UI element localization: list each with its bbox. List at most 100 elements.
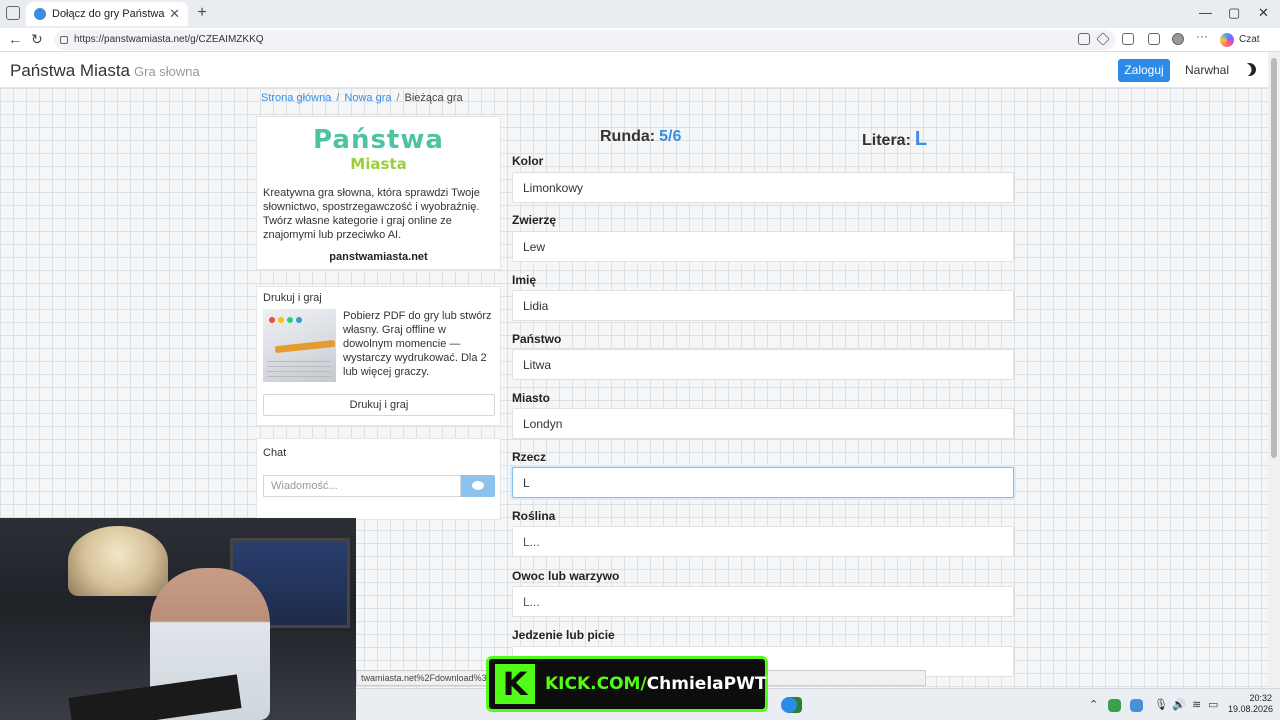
favorites-icon[interactable] [1148, 33, 1160, 45]
site-navbar: Państwa Miasta Gra słowna Zaloguj Narwhal [0, 52, 1268, 88]
tab-title: Dołącz do gry Państwa Miasta [52, 8, 165, 20]
field-input-zwierze[interactable] [512, 231, 1014, 262]
breadcrumb-new-game-link[interactable]: Nowa gra [344, 92, 391, 104]
print-card: Drukuj i graj Pobierz PDF do gry lub stw… [256, 286, 501, 426]
field-label-owoc-lub-warzywo: Owoc lub warzywo [512, 569, 620, 583]
back-arrow-icon[interactable]: ← [8, 31, 22, 47]
field-input-kolor[interactable] [512, 172, 1014, 203]
letter-indicator: Litera: L [862, 128, 927, 151]
maximize-button[interactable]: ▢ [1228, 5, 1240, 21]
kick-username: ChmielaPWT [646, 674, 767, 694]
taskbar-clock[interactable]: 20:32 19.08.2026 [1228, 693, 1274, 715]
print-card-title: Drukuj i graj [263, 292, 322, 304]
print-card-description: Pobierz PDF do gry lub stwórz własny. Gr… [343, 310, 492, 378]
kick-stream-banner: K KICK.COM/ChmielaPWT [486, 656, 768, 712]
logo-line-1: Państwa [313, 125, 444, 155]
url-text: https://panstwamiasta.net/g/CZEAIMZKKQ [74, 34, 264, 45]
tray-overflow-icon[interactable]: ⌃ [1089, 698, 1098, 711]
site-brand[interactable]: Państwa Miasta Gra słowna [10, 61, 200, 81]
field-label-zwierze: Zwierzę [512, 213, 557, 227]
tray-app-icon[interactable] [1130, 699, 1143, 712]
paper-lines-graphic [267, 359, 331, 377]
chat-card: Chat [256, 438, 501, 520]
field-label-roslina: Roślina [512, 509, 556, 523]
breadcrumb: Strona główna / Nowa gra / Bieżąca gra [261, 92, 463, 104]
profile-avatar-icon[interactable] [1172, 33, 1184, 45]
browser-tab-bar: Dołącz do gry Państwa Miasta ✕ + — ▢ ✕ [0, 0, 1280, 28]
kick-logo: K [495, 664, 535, 704]
username-link[interactable]: Narwhal [1185, 63, 1229, 77]
wifi-icon[interactable]: ≋ [1192, 698, 1201, 711]
field-input-miasto[interactable] [512, 408, 1014, 439]
tray-app-icon[interactable] [1108, 699, 1121, 712]
logo-line-2: Miasta [350, 155, 407, 173]
field-label-jedzenie-lub-picie: Jedzenie lub picie [512, 628, 615, 642]
breadcrumb-separator: / [396, 92, 400, 104]
field-label-miasto: Miasto [512, 391, 551, 405]
field-input-rzecz[interactable] [512, 467, 1014, 498]
refresh-icon[interactable]: ↻ [31, 31, 43, 48]
field-label-imie: Imię [512, 273, 537, 287]
chat-bubble-icon [472, 481, 484, 490]
about-description: Kreatywna gra słowna, która sprawdzi Two… [263, 187, 480, 241]
pencil-graphic [274, 339, 336, 354]
browser-tab[interactable]: Dołącz do gry Państwa Miasta ✕ [26, 2, 188, 26]
copilot-chat-label[interactable]: Czat [1239, 34, 1260, 45]
scrollbar-thumb[interactable] [1271, 58, 1277, 458]
kick-site: KICK.COM/ [545, 674, 647, 694]
dark-mode-moon-icon[interactable] [1241, 61, 1259, 79]
field-input-panstwo[interactable] [512, 349, 1014, 380]
breadcrumb-home-link[interactable]: Strona główna [261, 92, 331, 104]
more-menu-icon[interactable]: ··· [1196, 29, 1208, 43]
field-label-panstwo: Państwo [512, 332, 562, 346]
site-name: panstwamiasta.net [329, 251, 428, 263]
microphone-icon[interactable]: 🎙 [1154, 698, 1168, 711]
preview-dot [278, 317, 284, 323]
lamp-shade [68, 526, 168, 596]
reader-mode-icon[interactable] [1078, 33, 1090, 45]
close-tab-icon[interactable]: ✕ [169, 6, 180, 22]
field-input-owoc-lub-warzywo[interactable] [512, 586, 1014, 617]
url-field[interactable]: https://panstwamiasta.net/g/CZEAIMZKKQ [54, 30, 1116, 50]
clock-date: 19.08.2026 [1228, 704, 1274, 714]
round-value: 5/6 [659, 128, 682, 145]
chat-message-input[interactable] [263, 475, 461, 497]
volume-icon[interactable]: 🔊 [1172, 698, 1186, 711]
brand-subtitle: Gra słowna [134, 64, 200, 79]
close-window-button[interactable]: ✕ [1258, 5, 1269, 21]
breadcrumb-separator: / [336, 92, 340, 104]
minimize-button[interactable]: — [1199, 5, 1212, 20]
letter-value: L [914, 128, 928, 150]
copilot-icon[interactable] [1220, 33, 1234, 47]
webcam-overlay [0, 518, 356, 720]
kick-channel-text: KICK.COM/ChmielaPWT [545, 674, 766, 694]
page-scrollbar[interactable] [1268, 52, 1280, 688]
print-and-play-button[interactable]: Drukuj i graj [263, 394, 495, 416]
round-label: Runda: [600, 128, 656, 145]
chat-title: Chat [263, 447, 287, 459]
preview-dot [296, 317, 302, 323]
letter-label: Litera: [862, 132, 911, 149]
address-bar-row: ← ↻ https://panstwamiasta.net/g/CZEAIMZK… [0, 28, 1280, 52]
site-info-icon[interactable] [60, 36, 68, 44]
new-tab-button[interactable]: + [193, 4, 211, 22]
clock-time: 20:32 [1249, 693, 1272, 703]
round-indicator: Runda: 5/6 [600, 128, 681, 146]
print-preview-image [263, 309, 336, 382]
login-button[interactable]: Zaloguj [1118, 59, 1170, 82]
field-label-kolor: Kolor [512, 154, 544, 168]
extensions-icon[interactable] [1122, 33, 1134, 45]
breadcrumb-current: Bieżąca gra [404, 92, 463, 104]
field-input-imie[interactable] [512, 290, 1014, 321]
field-input-roslina[interactable] [512, 526, 1014, 557]
about-card: Państwa Miasta Kreatywna gra słowna, któ… [256, 116, 501, 270]
battery-icon[interactable]: ▭ [1208, 698, 1218, 711]
site-favicon-icon [34, 8, 46, 20]
brand-title: Państwa Miasta [10, 61, 130, 80]
preview-dot [287, 317, 293, 323]
field-label-rzecz: Rzecz [512, 450, 547, 464]
edge-browser-icon[interactable] [781, 697, 797, 713]
preview-dot [269, 317, 275, 323]
tab-actions-icon[interactable] [6, 6, 20, 20]
chat-send-button[interactable] [461, 475, 495, 497]
